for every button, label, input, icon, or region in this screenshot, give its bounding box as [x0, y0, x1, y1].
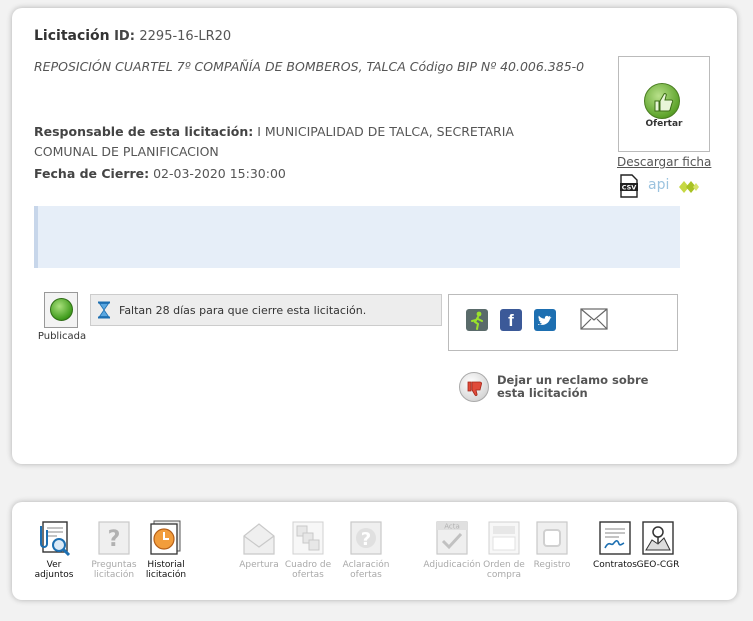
- tool-label: Preguntas licitación: [91, 560, 137, 580]
- svg-text:?: ?: [108, 527, 121, 552]
- register-icon: [534, 520, 570, 558]
- hourglass-icon: [97, 301, 111, 319]
- tool-label: Contratos: [593, 560, 637, 570]
- tool-label: Ver adjuntos: [34, 560, 74, 580]
- twitter-icon[interactable]: [534, 309, 556, 331]
- tool-label: Orden de compra: [483, 560, 525, 580]
- licitacion-label: Licitación: [34, 28, 110, 44]
- countdown-banner: Faltan 28 días para que cierre esta lici…: [90, 294, 442, 326]
- cierre-value: 02-03-2020 15:30:00: [153, 166, 286, 181]
- info-band: [34, 206, 680, 268]
- publicada-label: Publicada: [37, 331, 87, 342]
- tool-label: Cuadro de ofertas: [284, 560, 332, 580]
- registro-button[interactable]: Registro: [528, 520, 576, 570]
- attachments-search-icon: [36, 520, 72, 558]
- descargar-ficha-link[interactable]: Descargar ficha: [617, 155, 711, 169]
- adjudicacion-button[interactable]: Acta Adjudicación: [420, 520, 484, 570]
- thumbs-down-icon[interactable]: [459, 372, 489, 402]
- page-title: Licitación ID: 2295-16-LR20: [34, 28, 231, 44]
- preguntas-button[interactable]: ? Preguntas licitación: [90, 520, 138, 580]
- ofertar-label: Ofertar: [645, 119, 683, 129]
- responsable-label: Responsable de esta licitación:: [34, 124, 254, 139]
- csv-icon[interactable]: CSV: [619, 174, 639, 198]
- cuadro-ofertas-button[interactable]: Cuadro de ofertas: [283, 520, 333, 580]
- facebook-icon[interactable]: f: [500, 309, 522, 331]
- share-icon[interactable]: [466, 309, 488, 331]
- api-link[interactable]: api: [648, 177, 669, 193]
- mail-icon[interactable]: [580, 308, 608, 330]
- open-envelope-icon: [241, 520, 277, 558]
- svg-text:CSV: CSV: [622, 184, 637, 192]
- id-value: 2295-16-LR20: [139, 29, 232, 44]
- ofertar-button[interactable]: Ofertar: [618, 56, 710, 152]
- licitacion-description: REPOSICIÓN CUARTEL 7º COMPAÑÍA DE BOMBER…: [34, 59, 585, 74]
- historial-button[interactable]: Historial licitación: [142, 520, 190, 580]
- xml-icon[interactable]: [677, 179, 701, 193]
- green-light-icon: [50, 298, 73, 321]
- aclaracion-ofertas-button[interactable]: ? Aclaración ofertas: [338, 520, 394, 580]
- order-form-icon: [486, 520, 522, 558]
- apertura-button[interactable]: Apertura: [234, 520, 284, 570]
- tool-label: GEO-CGR: [636, 560, 680, 570]
- geo-cgr-button[interactable]: GEO-CGR: [634, 520, 682, 570]
- tool-label: Historial licitación: [145, 560, 187, 580]
- squares-icon: [290, 520, 326, 558]
- svg-text:?: ?: [361, 529, 371, 550]
- fecha-cierre: Fecha de Cierre: 02-03-2020 15:30:00: [34, 166, 286, 181]
- contract-signature-icon: [597, 520, 633, 558]
- tool-label: Adjudicación: [423, 560, 481, 570]
- ver-adjuntos-button[interactable]: Ver adjuntos: [29, 520, 79, 580]
- tool-label: Aclaración ofertas: [342, 560, 390, 580]
- publicada-status-icon: [44, 292, 78, 328]
- acta-check-icon: Acta: [434, 520, 470, 558]
- clock-history-icon: [148, 520, 184, 558]
- question-icon: ?: [96, 520, 132, 558]
- licitacion-card: Licitación ID: 2295-16-LR20 REPOSICIÓN C…: [12, 8, 737, 464]
- orden-compra-button[interactable]: Orden de compra: [481, 520, 527, 580]
- dejar-reclamo-link[interactable]: Dejar un reclamo sobre esta licitación: [497, 374, 677, 400]
- cierre-label: Fecha de Cierre:: [34, 166, 150, 181]
- countdown-text: Faltan 28 días para que cierre esta lici…: [119, 304, 367, 317]
- social-share-box: f: [448, 294, 678, 351]
- id-label: ID:: [114, 29, 135, 44]
- map-pin-icon: [640, 520, 676, 558]
- tool-label: Apertura: [239, 560, 279, 570]
- acta-tag: Acta: [444, 523, 460, 531]
- contratos-button[interactable]: Contratos: [590, 520, 640, 570]
- tools-toolbar: Ver adjuntos ? Preguntas licitación Hist…: [12, 502, 737, 600]
- tool-label: Registro: [533, 560, 571, 570]
- thumbs-up-icon: [644, 83, 680, 119]
- question-icon: ?: [348, 520, 384, 558]
- responsable: Responsable de esta licitación: I MUNICI…: [34, 122, 574, 162]
